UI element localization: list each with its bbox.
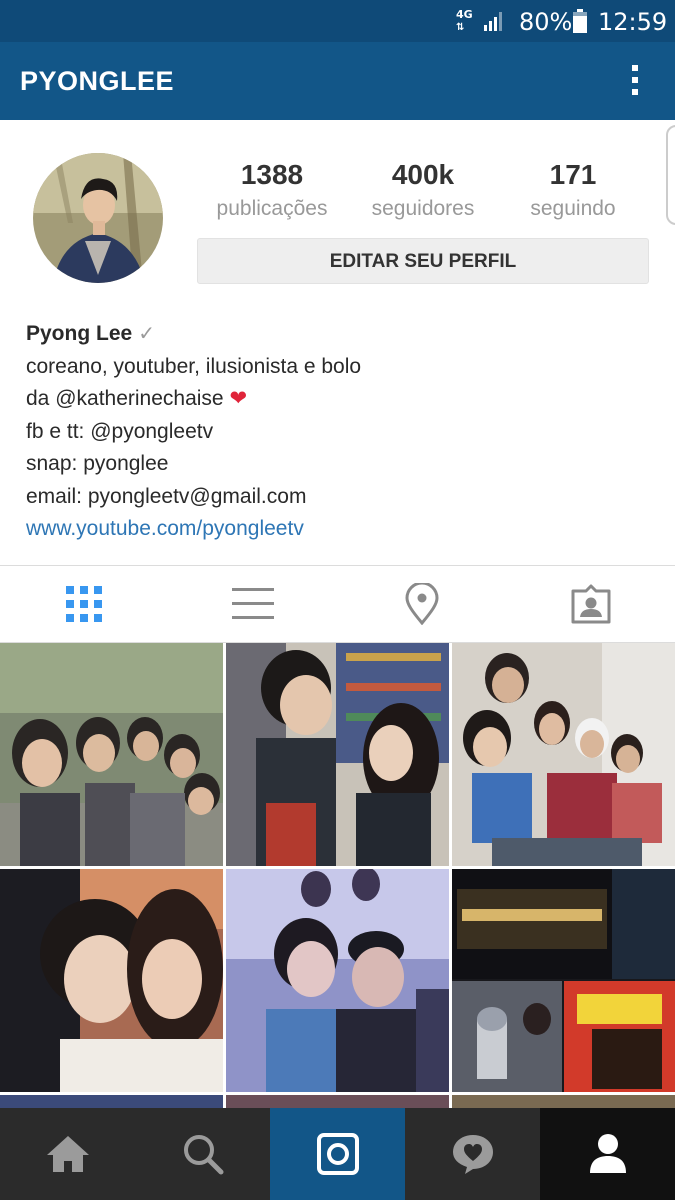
list-view-icon	[232, 588, 274, 619]
profile-icon	[589, 1134, 626, 1173]
verified-check-icon: ✓	[138, 323, 155, 345]
bio-line: email: pyongleetv@gmail.com	[26, 484, 307, 508]
status-bar: 4G ⇅ 80% 12:59	[0, 0, 675, 42]
profile-view-tabs	[0, 565, 675, 643]
website-link[interactable]: www.youtube.com/pyongleetv	[26, 513, 361, 546]
photo-thumbnail[interactable]	[452, 643, 675, 866]
bio-line: da @katherinechaise	[26, 387, 224, 410]
home-icon	[46, 1136, 89, 1172]
tab-tagged-photos[interactable]	[507, 566, 675, 642]
app-bar: PYONGLEE	[0, 42, 675, 120]
tab-location-view[interactable]	[338, 566, 506, 642]
avatar[interactable]	[33, 153, 163, 283]
activity-heart-icon	[452, 1135, 493, 1174]
profile-bio: Pyong Lee ✓ coreano, youtuber, ilusionist…	[26, 318, 361, 546]
edge-panel-handle[interactable]	[666, 125, 675, 225]
clock: 12:59	[598, 8, 668, 36]
tab-grid-view[interactable]	[0, 566, 168, 642]
nav-home[interactable]	[0, 1108, 135, 1200]
photo-thumbnail[interactable]	[0, 869, 223, 1092]
more-vert-icon[interactable]	[620, 62, 650, 102]
photo-thumbnail[interactable]	[0, 1095, 223, 1108]
heart-icon: ❤	[229, 387, 248, 410]
photo-thumbnail[interactable]	[226, 1095, 449, 1108]
nav-search[interactable]	[135, 1108, 270, 1200]
tab-list-view[interactable]	[169, 566, 337, 642]
camera-icon	[316, 1133, 359, 1175]
bio-line: fb e tt: @pyongleetv	[26, 419, 214, 443]
search-icon	[183, 1135, 223, 1175]
bio-line: coreano, youtuber, ilusionista e bolo	[26, 354, 362, 378]
photo-thumbnail[interactable]	[452, 1095, 675, 1108]
profile-name: Pyong Lee	[26, 322, 133, 345]
nav-camera[interactable]	[270, 1108, 405, 1200]
battery-percent: 80%	[519, 8, 573, 36]
posts-count[interactable]: 1388 publicações	[197, 158, 347, 226]
nav-profile[interactable]	[540, 1108, 675, 1200]
followers-count[interactable]: 400k seguidores	[348, 158, 498, 226]
photo-thumbnail[interactable]	[0, 643, 223, 866]
following-count[interactable]: 171 seguindo	[498, 158, 648, 226]
photo-grid	[0, 643, 675, 1108]
bio-line: snap: pyonglee	[26, 452, 169, 475]
signal-icon	[484, 12, 502, 31]
edit-profile-button[interactable]: EDITAR SEU PERFIL	[197, 238, 649, 284]
photo-thumbnail[interactable]	[452, 869, 675, 1092]
tagged-photos-icon	[571, 584, 611, 624]
photo-thumbnail[interactable]	[226, 643, 449, 866]
bottom-navigation	[0, 1108, 675, 1200]
network-indicator: 4G ⇅	[456, 8, 473, 34]
location-pin-icon	[405, 583, 439, 625]
grid-view-icon	[66, 586, 102, 622]
nav-activity[interactable]	[405, 1108, 540, 1200]
photo-thumbnail[interactable]	[226, 869, 449, 1092]
battery-icon	[573, 9, 587, 33]
profile-username-title: PYONGLEE	[20, 66, 175, 96]
